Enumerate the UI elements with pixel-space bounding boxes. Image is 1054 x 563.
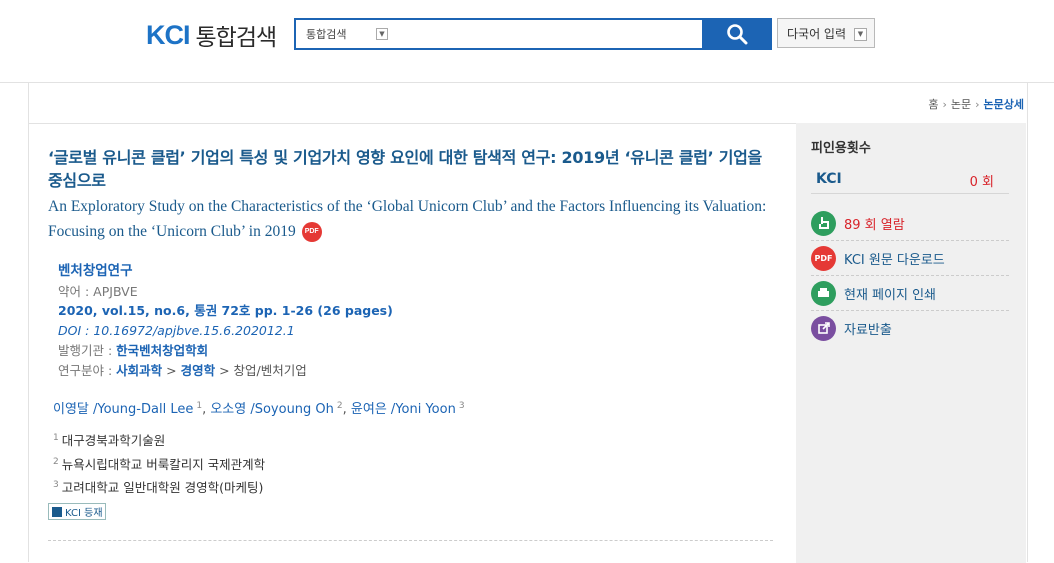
breadcrumb-current: 논문상세 [983, 98, 1024, 111]
field-row: 연구분야 : 사회과학 > 경영학 > 창업/벤처기업 [58, 361, 393, 381]
abbr-value: APJBVE [93, 283, 138, 299]
printer-icon [811, 280, 836, 306]
chevron-right-icon: › [975, 98, 980, 111]
doi-label: DOI : [58, 323, 94, 339]
author-sep: , [342, 402, 351, 417]
divider [28, 123, 796, 124]
search-button[interactable] [702, 18, 772, 50]
affiliation-name: 뉴욕시립대학교 버룩칼리지 국제관계학 [61, 456, 266, 472]
chevron-right-icon: › [942, 98, 947, 111]
export-icon [811, 315, 836, 341]
doi-link[interactable]: 10.16972/apjbve.15.6.202012.1 [93, 323, 294, 338]
author-sup: 3 [458, 400, 465, 411]
affiliation-item: 3 고려대학교 일반대학원 경영학(마케팅) [53, 475, 265, 499]
search-input[interactable] [396, 23, 690, 45]
affiliation-item: 1 대구경북과학기술원 [53, 428, 265, 452]
abbr-label: 약어 : [58, 283, 94, 299]
logo-kci-text: KCI [146, 19, 190, 50]
search-scope-select[interactable]: 통합검색 [306, 26, 346, 42]
kci-logo[interactable]: KCI 통합검색 [146, 19, 278, 52]
citation-row: KCI 0 회 [811, 167, 1009, 194]
kci-registered-badge: KCI 등재 [48, 503, 106, 520]
journal-link[interactable]: 벤처창업연구 [58, 262, 393, 282]
breadcrumb-home[interactable]: 홈 [928, 98, 938, 111]
hand-pointer-icon [811, 210, 836, 236]
chevron-down-icon[interactable]: ▼ [376, 28, 388, 40]
article-header: ‘글로벌 유니콘 클럽’ 기업의 특성 및 기업가치 영향 요인에 대한 탐색적… [48, 146, 773, 244]
volume-link[interactable]: 2020, vol.15, no.6, 통권 72호 pp. 1-26 (26 … [58, 301, 393, 321]
citation-title: 피인용횟수 [811, 141, 871, 156]
multilang-label: 다국어 입력 [787, 26, 847, 41]
search-icon [727, 24, 748, 45]
pdf-icon: PDF [811, 245, 836, 271]
publisher-link[interactable]: 한국벤처창업학회 [116, 343, 208, 358]
author-link[interactable]: 이영달 /Young-Dall Lee [53, 402, 193, 417]
print-label: 현재 페이지 인쇄 [844, 287, 936, 303]
breadcrumb-section[interactable]: 논문 [951, 98, 971, 111]
field-value-3: 창업/벤처기업 [233, 362, 307, 378]
logo-service-text: 통합검색 [195, 25, 278, 51]
field-link-2[interactable]: 경영학 [181, 363, 216, 378]
kci-mark-icon [52, 506, 62, 517]
breadcrumb: 홈 › 논문 › 논문상세 [928, 96, 1024, 112]
affiliation-item: 2 뉴욕시립대학교 버룩칼리지 국제관계학 [53, 452, 265, 476]
article-meta: 벤처창업연구 약어 : APJBVE 2020, vol.15, no.6, 통… [58, 262, 393, 380]
download-button[interactable]: PDF KCI 원문 다운로드 [811, 241, 1009, 276]
field-sep: > [162, 362, 181, 378]
print-button[interactable]: 현재 페이지 인쇄 [811, 276, 1009, 311]
author-link[interactable]: 오소영 /Soyoung Oh [210, 402, 334, 417]
field-sep: > [215, 362, 234, 378]
views-item: 89 회 열람 [811, 206, 1009, 241]
citation-label: KCI [816, 171, 842, 187]
divider [48, 540, 773, 541]
affiliation-sup: 3 [53, 480, 59, 491]
chevron-down-icon: ▼ [854, 28, 867, 41]
publisher-label: 발행기관 : [58, 342, 117, 358]
field-link-1[interactable]: 사회과학 [116, 363, 162, 378]
citation-count[interactable]: 0 회 [970, 171, 994, 190]
author-link[interactable]: 윤여은 /Yoni Yoon [351, 402, 456, 417]
doi-row: DOI : 10.16972/apjbve.15.6.202012.1 [58, 321, 393, 341]
abbr-row: 약어 : APJBVE [58, 282, 393, 302]
export-label: 자료반출 [844, 322, 892, 338]
affiliation-name: 고려대학교 일반대학원 경영학(마케팅) [61, 480, 264, 496]
download-label: KCI 원문 다운로드 [844, 252, 945, 268]
multilang-input-button[interactable]: 다국어 입력 ▼ [777, 18, 875, 48]
author-list: 이영달 /Young-Dall Lee 1, 오소영 /Soyoung Oh 2, … [53, 398, 465, 417]
search-box: 통합검색 ▼ [294, 18, 704, 50]
field-label: 연구분야 : [58, 362, 117, 378]
affiliation-list: 1 대구경북과학기술원 2 뉴욕시립대학교 버룩칼리지 국제관계학 3 고려대학교 일… [53, 428, 265, 499]
pdf-icon[interactable]: PDF [301, 222, 322, 243]
affiliation-sup: 1 [53, 433, 59, 443]
article-title-ko: ‘글로벌 유니콘 클럽’ 기업의 특성 및 기업가치 영향 요인에 대한 탐색적… [48, 148, 762, 190]
article-title-en: An Exploratory Study on the Characterist… [48, 194, 773, 244]
affiliation-sup: 2 [53, 456, 59, 467]
affiliation-name: 대구경북과학기술원 [61, 433, 166, 449]
kci-badge-label: KCI 등재 [65, 508, 103, 519]
views-count: 89 회 열람 [844, 217, 905, 233]
export-button[interactable]: 자료반출 [811, 311, 1009, 345]
site-header: KCI 통합검색 통합검색 ▼ 다국어 입력 ▼ [0, 0, 1054, 83]
publisher-row: 발행기관 : 한국벤처창업학회 [58, 341, 393, 361]
article-title-en-text: An Exploratory Study on the Characterist… [48, 198, 767, 240]
sidebar: 피인용횟수 KCI 0 회 89 회 열람 PDF KCI 원문 다운로드 현재… [796, 123, 1026, 563]
